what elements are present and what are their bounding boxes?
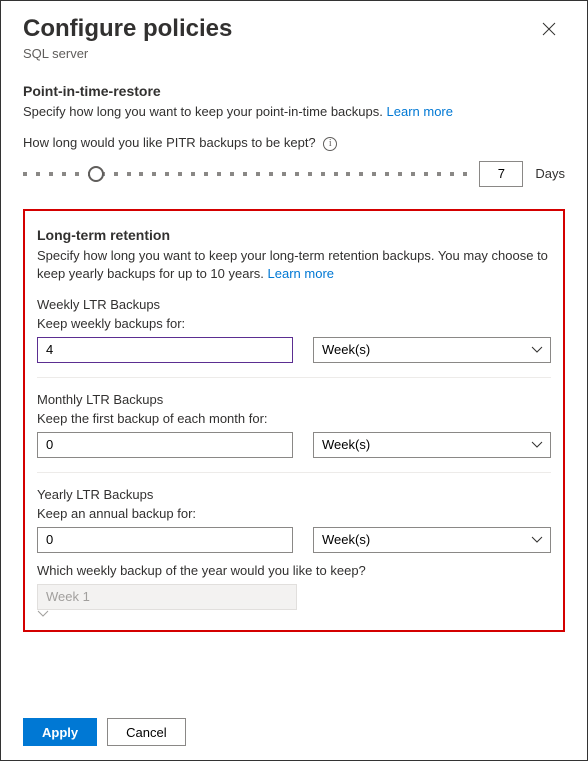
ltr-description: Specify how long you want to keep your l… — [37, 247, 551, 283]
divider — [37, 472, 551, 473]
ltr-weekly-label: Keep weekly backups for: — [37, 316, 551, 331]
ltr-yearly-value-input[interactable] — [37, 527, 293, 553]
ltr-yearly-group: Yearly LTR Backups Keep an annual backup… — [37, 487, 551, 618]
ltr-learn-more-link[interactable]: Learn more — [268, 266, 334, 281]
pitr-slider-thumb[interactable] — [88, 166, 104, 182]
close-button[interactable] — [533, 15, 565, 47]
pitr-heading: Point-in-time-restore — [23, 83, 565, 99]
ltr-yearly-which-week-label: Which weekly backup of the year would yo… — [37, 563, 551, 578]
ltr-monthly-value-input[interactable] — [37, 432, 293, 458]
close-icon — [542, 22, 556, 41]
ltr-weekly-value-input[interactable] — [37, 337, 293, 363]
pitr-description: Specify how long you want to keep your p… — [23, 103, 565, 121]
ltr-weekly-unit-select[interactable]: Week(s) — [313, 337, 551, 363]
pitr-value-input[interactable] — [479, 161, 523, 187]
chevron-down-icon — [37, 610, 297, 618]
ltr-monthly-group: Monthly LTR Backups Keep the first backu… — [37, 392, 551, 458]
pitr-unit-label: Days — [535, 166, 565, 181]
page-subtitle: SQL server — [23, 46, 232, 61]
ltr-weekly-group: Weekly LTR Backups Keep weekly backups f… — [37, 297, 551, 363]
page-title: Configure policies — [23, 15, 232, 44]
cancel-button[interactable]: Cancel — [107, 718, 185, 746]
ltr-monthly-unit-select[interactable]: Week(s) — [313, 432, 551, 458]
pitr-slider[interactable] — [23, 164, 467, 184]
apply-button[interactable]: Apply — [23, 718, 97, 746]
ltr-yearly-title: Yearly LTR Backups — [37, 487, 551, 502]
pitr-slider-label: How long would you like PITR backups to … — [23, 135, 565, 151]
ltr-yearly-unit-select[interactable]: Week(s) — [313, 527, 551, 553]
ltr-monthly-title: Monthly LTR Backups — [37, 392, 551, 407]
ltr-section: Long-term retention Specify how long you… — [23, 209, 565, 632]
ltr-heading: Long-term retention — [37, 227, 551, 243]
pitr-section: Point-in-time-restore Specify how long y… — [23, 83, 565, 195]
footer: Apply Cancel — [23, 704, 565, 746]
ltr-weekly-title: Weekly LTR Backups — [37, 297, 551, 312]
divider — [37, 377, 551, 378]
ltr-monthly-label: Keep the first backup of each month for: — [37, 411, 551, 426]
ltr-yearly-which-week-select: Week 1 — [37, 584, 297, 610]
pitr-learn-more-link[interactable]: Learn more — [387, 104, 453, 119]
ltr-yearly-label: Keep an annual backup for: — [37, 506, 551, 521]
info-icon[interactable]: i — [323, 137, 337, 151]
